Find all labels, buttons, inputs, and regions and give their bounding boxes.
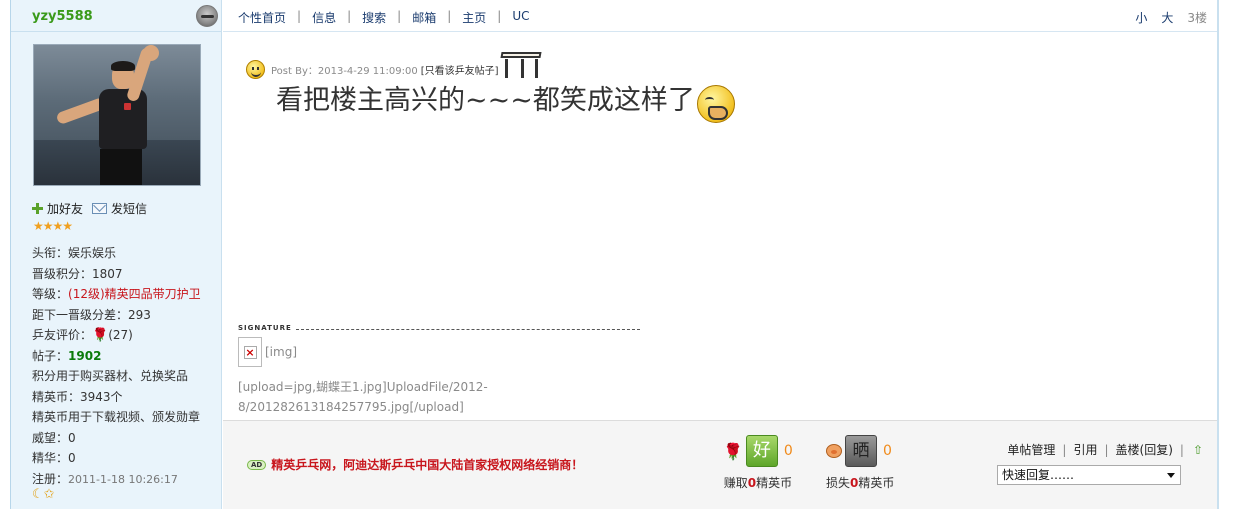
manage-post-link[interactable]: 单帖管理 [1007,441,1055,458]
author-avatar[interactable] [33,44,201,186]
info-rating: 乒友评价：🌹(27) [32,325,222,346]
post-topbar: 个性首页 | 信息 | 搜索 | 邮箱 | 主页 | UC 小 大 3楼 [223,0,1217,32]
good-label: 赚取0精英币 [723,476,793,490]
signature: SIGNATURE × [img] [upload=jpg,蝴蝶王1.jpg]Up… [238,324,640,417]
rose-icon: 🌹 [92,328,109,343]
laugh-emoticon-icon [696,84,735,123]
author-username[interactable]: yzy5588 [32,9,93,24]
info-register: 注册：2011-1-18 10:26:17 [32,471,178,486]
advertisement[interactable]: AD 精英乒乓网，阿迪达斯乒乓中国大陆首家授权网络经销商！ [247,456,583,473]
info-next-level: 距下一晋级分差：293 [32,307,151,322]
image-alt-text: [img] [265,345,298,359]
author-info: 头衔：娱乐娱乐 晋级积分：1807 等级：(12级)精英四品带刀护卫 距下一晋级… [32,243,222,489]
user-nav: 个性首页 | 信息 | 搜索 | 邮箱 | 主页 | UC [238,9,530,26]
moon-star-icon: ☾✩ [32,487,55,502]
info-points-note[interactable]: 积分用于购买器材、兑换奖品 [32,366,222,387]
good-count: 0 [783,443,793,459]
author-header: yzy5588 [11,0,221,32]
smile-icon [246,59,265,79]
info-prestige: 威望：0 [32,430,76,445]
info-points: 晋级积分：1807 [32,266,123,281]
only-author-link[interactable]: [只看该乒友帖子] [421,62,499,77]
nav-info[interactable]: 信息 [312,9,336,26]
add-friend-link[interactable]: 加好友 [47,200,83,217]
nav-uc[interactable]: UC [512,9,529,26]
send-message-link[interactable]: 发短信 [111,200,147,217]
ad-text[interactable]: 精英乒乓网，阿迪达斯乒乓中国大陆首家授权网络经销商！ [271,456,583,473]
mail-icon[interactable] [92,203,108,214]
good-rating-button[interactable]: 好 [745,435,778,467]
rate-bad: 晒 0 损失0精英币 [826,435,894,491]
info-posts: 帖子：1902 [32,348,102,363]
font-size-controls: 小 大 3楼 [1135,9,1207,26]
bad-label: 损失0精英币 [826,476,895,490]
font-large-button[interactable]: 大 [1161,9,1173,26]
add-friend-icon[interactable] [32,203,43,214]
bad-rating-button[interactable]: 晒 [845,435,877,467]
nav-home[interactable]: 主页 [462,9,486,26]
reply-link[interactable]: 盖楼(回复) [1116,441,1173,458]
info-level: 等级：(12级)精英四品带刀护卫 [32,287,201,301]
post-actions: 单帖管理 | 引用 | 盖楼(回复) | ⇧ [1007,441,1203,458]
author-actions: 加好友 发短信 [32,200,147,217]
upload-text: [upload=jpg,蝴蝶王1.jpg]UploadFile/2012- 8/… [238,380,488,414]
info-coins: 精英币：3943个 [32,389,123,404]
back-to-top-icon[interactable]: ⇧ [1193,443,1203,457]
info-title: 头衔：娱乐娱乐 [32,246,117,260]
author-sidebar: yzy5588 加好友 发短信 ★★★★ 头衔：娱乐娱乐 晋级积分：1807 等… [10,0,222,509]
ad-badge: AD [247,459,267,470]
nav-search[interactable]: 搜索 [362,9,386,26]
rank-stars-icon: ★★★★ [33,219,73,233]
chevron-down-icon [1167,473,1175,478]
quote-link[interactable]: 引用 [1073,441,1097,458]
quick-reply-select[interactable]: 快速回复…… [997,465,1181,485]
post-footer: AD 精英乒乓网，阿迪达斯乒乓中国大陆首家授权网络经销商！ 🌹 好 0 赚取0精… [223,420,1217,509]
font-small-button[interactable]: 小 [1135,9,1147,26]
online-status-icon [196,5,218,27]
rate-good: 🌹 好 0 赚取0精英币 [723,435,793,491]
post-body: 看把楼主高兴的~~~都笑成这样了 [276,78,735,123]
signature-label: SIGNATURE [238,324,292,332]
nav-mail[interactable]: 邮箱 [412,9,436,26]
floor-number: 3楼 [1187,11,1207,25]
post-timestamp: Post By：2013-4-29 11:09:00 [271,65,418,77]
signature-divider [295,326,640,330]
info-coins-note[interactable]: 精英币用于下载视频、颁发勋章 [32,407,222,428]
table-icon [500,50,542,80]
pig-icon [826,444,842,458]
bad-count: 0 [883,443,892,459]
rose-icon: 🌹 [723,441,743,461]
post-text: 看把楼主高兴的~~~都笑成这样了 [276,85,695,116]
right-border [1217,0,1219,509]
info-essence: 精华：0 [32,451,76,465]
broken-image-icon: × [243,345,257,359]
broken-image[interactable]: × [238,337,262,367]
nav-homepage[interactable]: 个性首页 [238,9,286,26]
